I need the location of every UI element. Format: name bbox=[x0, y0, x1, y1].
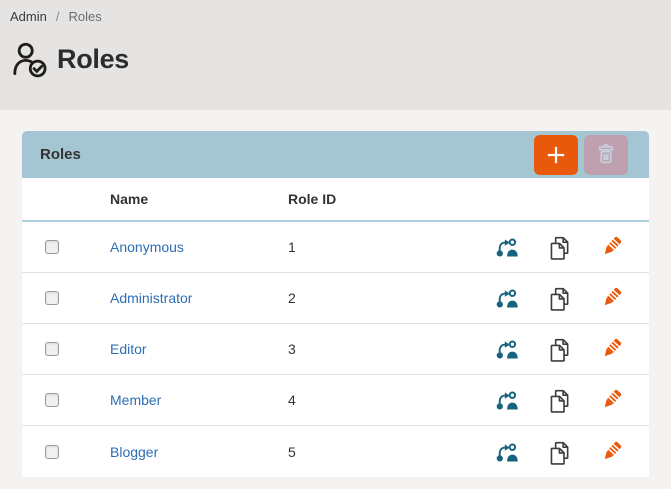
page-header: Admin / Roles Roles bbox=[0, 0, 671, 110]
table-row: Administrator 2 bbox=[22, 273, 649, 324]
name-cell: Member bbox=[110, 392, 288, 408]
delete-roles-button[interactable] bbox=[584, 135, 628, 175]
select-cell bbox=[22, 393, 110, 407]
assign-users-icon[interactable] bbox=[495, 236, 519, 258]
column-header-name: Name bbox=[110, 191, 288, 207]
user-check-icon bbox=[11, 41, 48, 78]
edit-role-icon[interactable] bbox=[600, 234, 622, 260]
actions-cell bbox=[495, 387, 652, 413]
assign-users-icon[interactable] bbox=[495, 287, 519, 309]
name-cell: Anonymous bbox=[110, 239, 288, 255]
actions-cell bbox=[495, 285, 652, 311]
assign-users-icon[interactable] bbox=[495, 338, 519, 360]
copy-role-icon[interactable] bbox=[548, 387, 571, 413]
main-content: Roles bbox=[0, 110, 671, 477]
actions-cell bbox=[495, 439, 652, 465]
table-row: Blogger 5 bbox=[22, 426, 649, 477]
breadcrumb-roles: Roles bbox=[68, 9, 101, 24]
row-checkbox[interactable] bbox=[45, 393, 59, 407]
actions-cell bbox=[495, 336, 652, 362]
assign-users-icon[interactable] bbox=[495, 389, 519, 411]
select-cell bbox=[22, 445, 110, 459]
row-checkbox[interactable] bbox=[45, 342, 59, 356]
edit-role-icon[interactable] bbox=[600, 285, 622, 311]
role-id-value: 2 bbox=[288, 290, 495, 306]
panel-title: Roles bbox=[40, 146, 534, 163]
row-checkbox[interactable] bbox=[45, 445, 59, 459]
trash-icon bbox=[595, 143, 617, 167]
panel-header: Roles bbox=[22, 131, 649, 178]
column-header-role-id: Role ID bbox=[288, 191, 495, 207]
role-name-link[interactable]: Anonymous bbox=[110, 239, 184, 255]
plus-icon bbox=[544, 143, 568, 167]
copy-role-icon[interactable] bbox=[548, 439, 571, 465]
select-cell bbox=[22, 240, 110, 254]
copy-role-icon[interactable] bbox=[548, 234, 571, 260]
page-title: Roles bbox=[57, 44, 129, 75]
edit-role-icon[interactable] bbox=[600, 336, 622, 362]
role-name-link[interactable]: Administrator bbox=[110, 290, 192, 306]
role-name-link[interactable]: Member bbox=[110, 392, 161, 408]
table-body: Anonymous 1 bbox=[22, 222, 649, 477]
role-name-link[interactable]: Editor bbox=[110, 341, 147, 357]
roles-panel: Roles bbox=[22, 131, 649, 477]
breadcrumb-admin[interactable]: Admin bbox=[10, 9, 47, 24]
row-checkbox[interactable] bbox=[45, 240, 59, 254]
breadcrumb: Admin / Roles bbox=[10, 9, 671, 24]
copy-role-icon[interactable] bbox=[548, 336, 571, 362]
copy-role-icon[interactable] bbox=[548, 285, 571, 311]
role-id-value: 3 bbox=[288, 341, 495, 357]
select-cell bbox=[22, 342, 110, 356]
role-id-value: 5 bbox=[288, 444, 495, 460]
assign-users-icon[interactable] bbox=[495, 441, 519, 463]
roles-table: Name Role ID Anonymous 1 bbox=[22, 178, 649, 477]
select-cell bbox=[22, 291, 110, 305]
panel-actions bbox=[534, 135, 628, 175]
name-cell: Blogger bbox=[110, 444, 288, 460]
actions-cell bbox=[495, 234, 652, 260]
title-bar: Roles bbox=[11, 41, 671, 78]
table-row: Member 4 bbox=[22, 375, 649, 426]
role-id-value: 4 bbox=[288, 392, 495, 408]
name-cell: Editor bbox=[110, 341, 288, 357]
table-row: Editor 3 bbox=[22, 324, 649, 375]
edit-role-icon[interactable] bbox=[600, 387, 622, 413]
edit-role-icon[interactable] bbox=[600, 439, 622, 465]
role-name-link[interactable]: Blogger bbox=[110, 444, 158, 460]
add-role-button[interactable] bbox=[534, 135, 578, 175]
name-cell: Administrator bbox=[110, 290, 288, 306]
role-id-value: 1 bbox=[288, 239, 495, 255]
table-header-row: Name Role ID bbox=[22, 178, 649, 222]
breadcrumb-separator: / bbox=[56, 9, 60, 24]
row-checkbox[interactable] bbox=[45, 291, 59, 305]
table-row: Anonymous 1 bbox=[22, 222, 649, 273]
